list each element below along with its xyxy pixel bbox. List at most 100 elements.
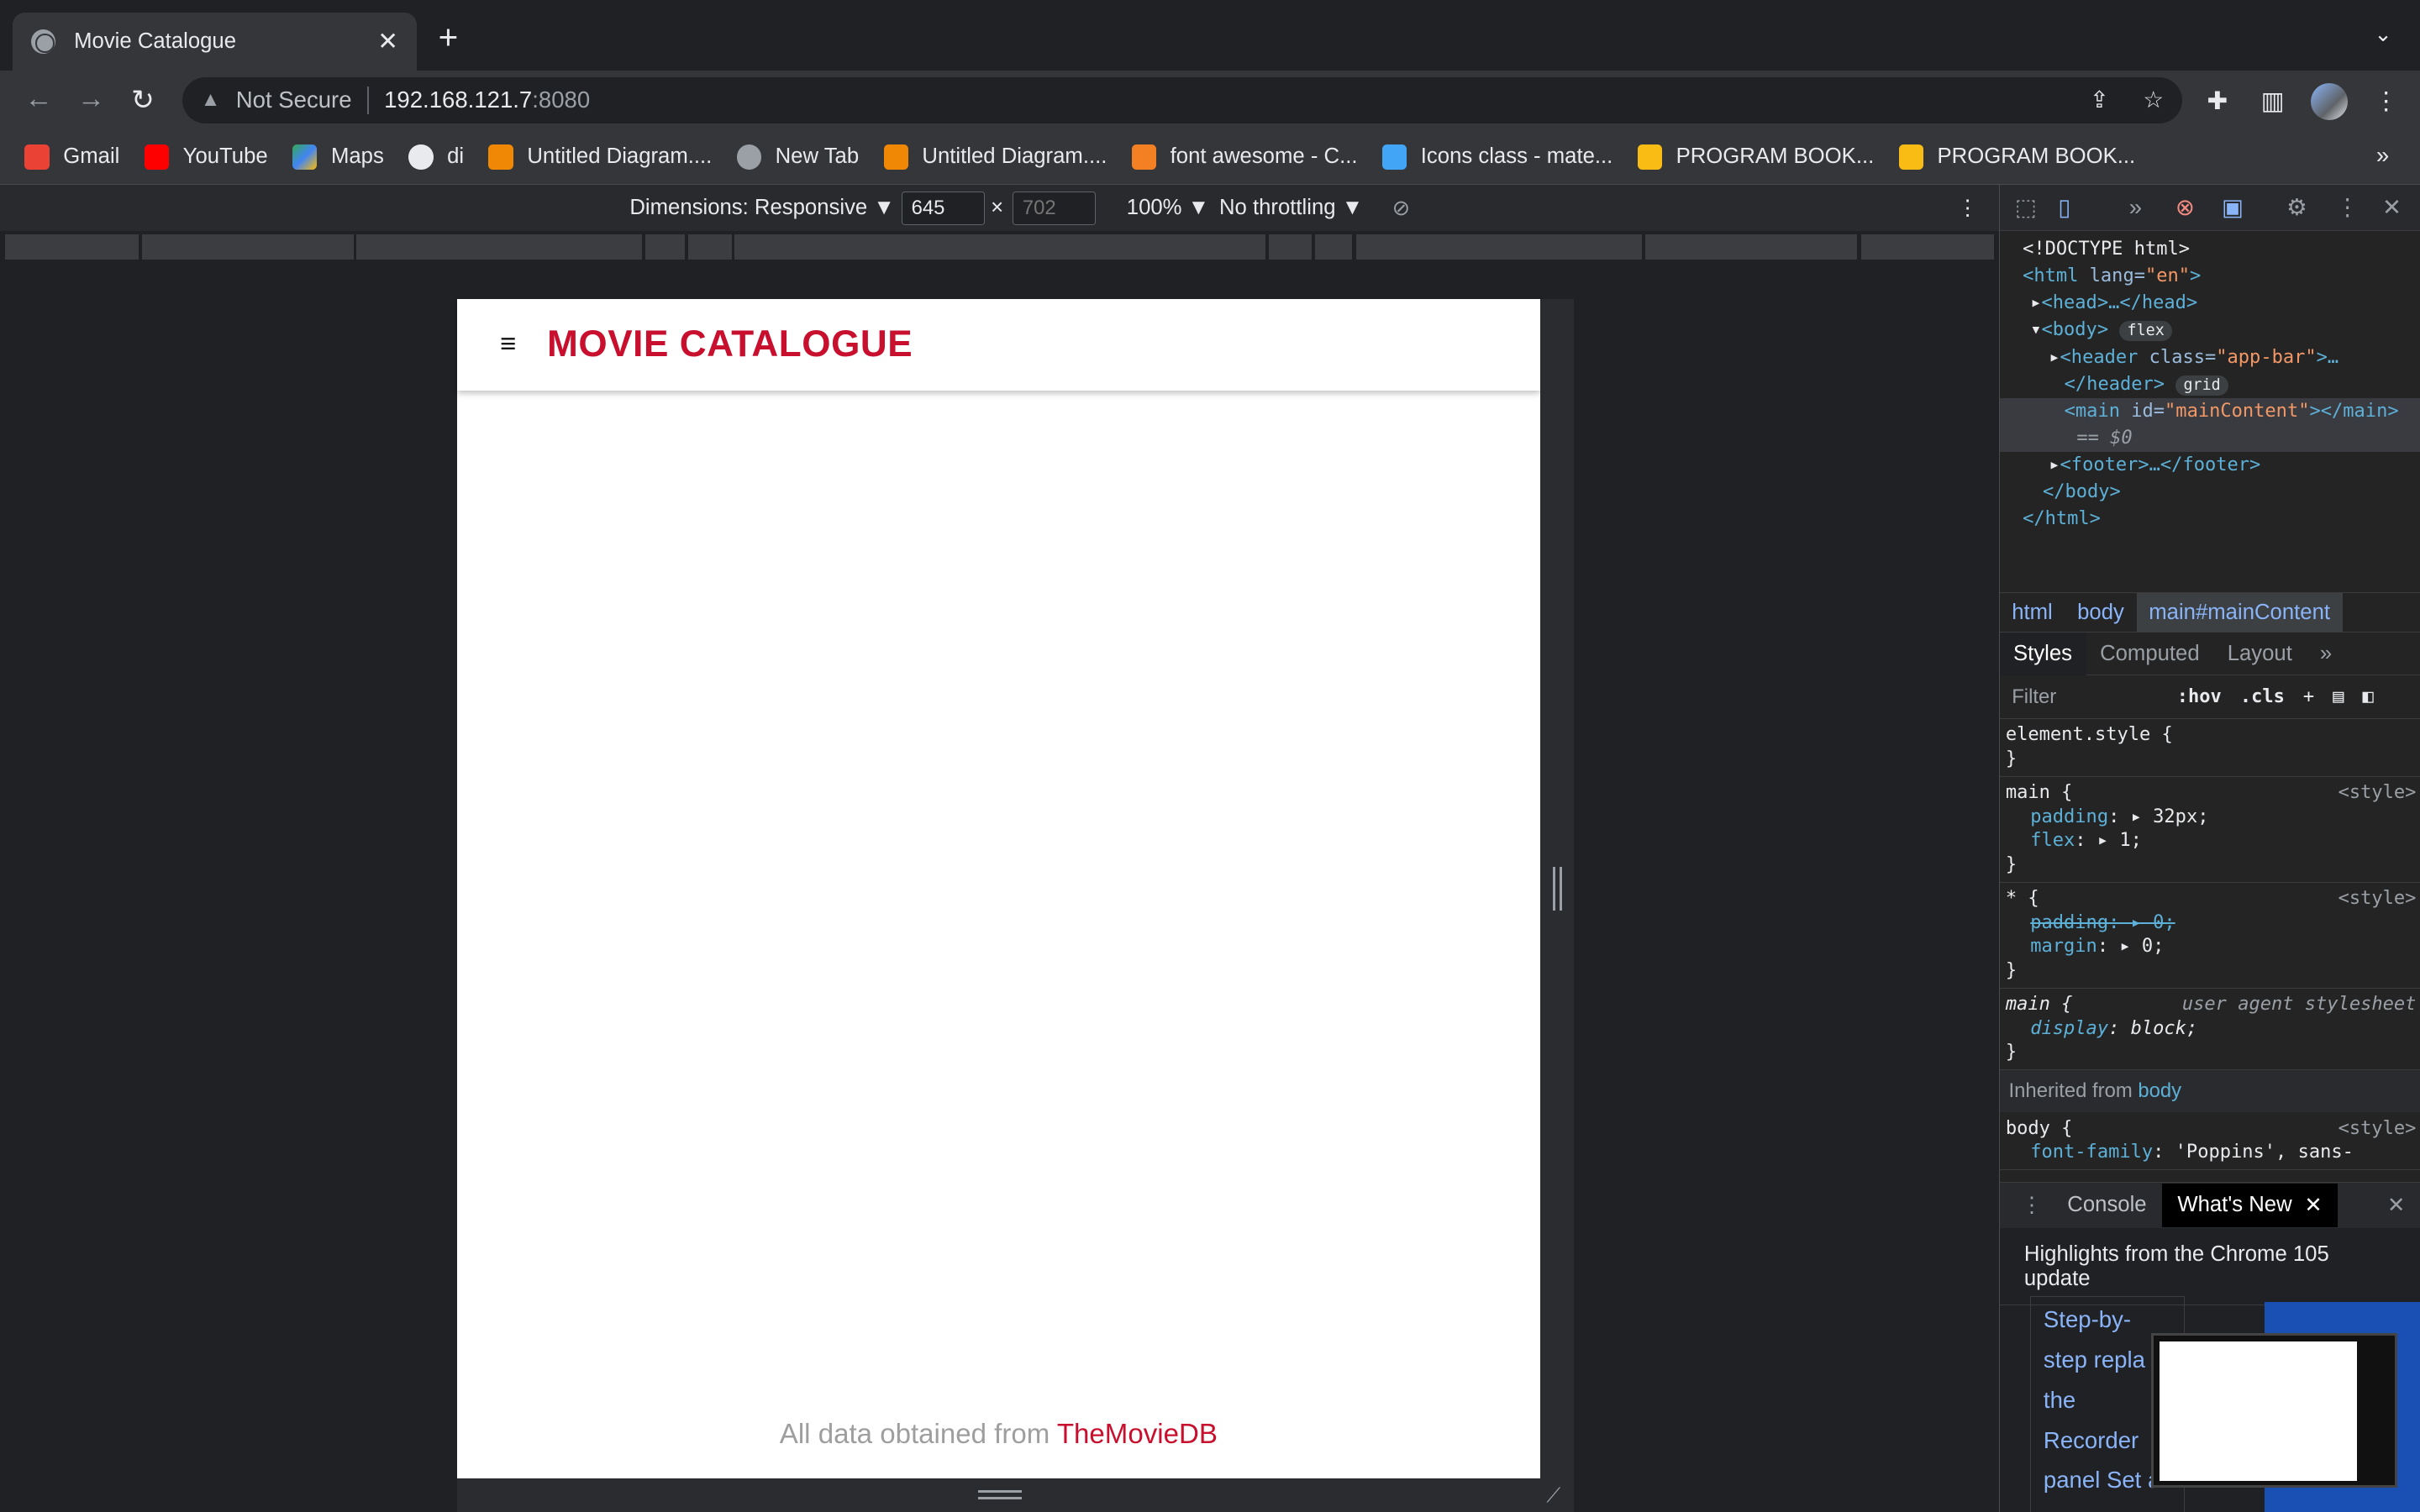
dom-node[interactable]: ▸<footer>…</footer> bbox=[2000, 452, 2420, 479]
reload-icon[interactable]: ↻ bbox=[131, 83, 155, 117]
drawer-menu-icon[interactable]: ⋮ bbox=[2021, 1193, 2043, 1218]
expand-triangle-icon[interactable]: ▸ bbox=[2049, 347, 2060, 368]
rule-body[interactable]: <style> body { font-family: 'Poppins', s… bbox=[1999, 1112, 2420, 1171]
bookmarks-overflow-icon[interactable]: » bbox=[2376, 142, 2389, 169]
close-devtools-icon[interactable]: ✕ bbox=[2382, 194, 2402, 221]
expand-triangle-icon[interactable]: ▸ bbox=[2049, 454, 2060, 475]
corner-resize-icon[interactable]: ⟋ bbox=[1546, 1484, 1560, 1508]
collapse-triangle-icon[interactable]: ▾ bbox=[2030, 319, 2041, 340]
issues-icon[interactable]: ▣ bbox=[2222, 194, 2244, 221]
error-count-icon[interactable]: ⊗ bbox=[2175, 194, 2195, 221]
bookmark-star-icon[interactable]: ☆ bbox=[2143, 87, 2164, 113]
close-tab-icon[interactable]: ✕ bbox=[2304, 1193, 2323, 1218]
toggle-sidebar-icon[interactable]: ◧ bbox=[2363, 686, 2374, 707]
ruler-segment[interactable] bbox=[356, 234, 643, 260]
breadcrumb-body[interactable]: body bbox=[2065, 601, 2136, 625]
hov-toggle[interactable]: :hov bbox=[2177, 686, 2222, 707]
ruler-segment[interactable] bbox=[4, 234, 139, 260]
bookmark-font-awesome[interactable]: font awesome - C... bbox=[1131, 144, 1358, 170]
paint-icon[interactable]: ▤ bbox=[2333, 686, 2344, 707]
height-input[interactable] bbox=[1012, 191, 1097, 226]
rule-user-agent[interactable]: user agent stylesheet main { display: bl… bbox=[1999, 989, 2420, 1070]
dom-node[interactable]: <!DOCTYPE html> bbox=[2000, 236, 2420, 263]
dom-node-selected[interactable]: <main id="mainContent"></main> bbox=[1999, 397, 2420, 425]
browser-tab[interactable]: Movie Catalogue ✕ bbox=[12, 12, 417, 71]
flex-badge[interactable]: flex bbox=[2119, 321, 2172, 342]
ruler-segment[interactable] bbox=[1861, 234, 1994, 260]
forward-arrow-icon[interactable]: → bbox=[77, 83, 105, 115]
device-more-icon[interactable]: ⋮ bbox=[1957, 196, 1979, 221]
rule-source[interactable]: <style> bbox=[2338, 887, 2417, 911]
rule-element-style[interactable]: element.style { } bbox=[1999, 719, 2420, 777]
bookmark-diagram-1[interactable]: Untitled Diagram.... bbox=[488, 144, 712, 170]
rule-source[interactable]: <style> bbox=[2338, 781, 2417, 805]
hamburger-menu-icon[interactable]: ≡ bbox=[500, 328, 516, 360]
rule-main[interactable]: <style> main { padding: ▸ 32px; flex: ▸ … bbox=[1999, 777, 2420, 883]
horizontal-resize-handle[interactable] bbox=[1552, 867, 1562, 911]
rotate-icon[interactable]: ⊘ bbox=[1392, 196, 1411, 221]
expand-triangle-icon[interactable]: ▸ bbox=[2030, 292, 2041, 313]
ruler-segment[interactable] bbox=[141, 234, 354, 260]
tab-layout[interactable]: Layout bbox=[2213, 633, 2306, 675]
back-arrow-icon[interactable]: ← bbox=[24, 83, 52, 115]
bookmark-gmail[interactable]: Gmail bbox=[24, 144, 119, 170]
more-tabs-icon[interactable]: » bbox=[2129, 194, 2142, 221]
vertical-resize-handle[interactable] bbox=[978, 1490, 1022, 1500]
tab-overflow[interactable]: » bbox=[2306, 633, 2345, 675]
bookmark-maps[interactable]: Maps bbox=[292, 144, 384, 170]
dom-node[interactable]: </html> bbox=[2000, 506, 2420, 533]
inherited-link[interactable]: body bbox=[2138, 1079, 2181, 1102]
dom-node[interactable]: ▸<header class="app-bar">… bbox=[2000, 344, 2420, 371]
bookmark-new-tab[interactable]: New Tab bbox=[736, 144, 859, 170]
tab-whats-new[interactable]: What's New ✕ bbox=[2161, 1183, 2338, 1227]
bookmark-youtube[interactable]: YouTube bbox=[144, 144, 268, 170]
dom-node[interactable]: ▾<body> flex bbox=[2000, 317, 2420, 344]
tab-styles[interactable]: Styles bbox=[1999, 632, 2086, 675]
tmdb-link[interactable]: TheMovieDB bbox=[1057, 1419, 1218, 1450]
side-panel-icon[interactable]: ▥ bbox=[2261, 87, 2285, 116]
close-drawer-icon[interactable]: ✕ bbox=[2387, 1193, 2406, 1218]
dom-node[interactable]: ▸<head>…</head> bbox=[2000, 290, 2420, 317]
tab-close-button[interactable]: ✕ bbox=[377, 27, 398, 56]
profile-avatar[interactable] bbox=[2310, 83, 2348, 121]
ruler-segment[interactable] bbox=[644, 234, 686, 260]
ruler-segment[interactable] bbox=[688, 234, 732, 260]
ruler-segment[interactable] bbox=[1356, 234, 1643, 260]
dom-node[interactable]: </header> grid bbox=[2000, 371, 2420, 398]
ruler-segment[interactable] bbox=[1314, 234, 1352, 260]
dom-node[interactable]: <html lang="en"> bbox=[2000, 263, 2420, 290]
new-rule-plus-icon[interactable]: + bbox=[2303, 686, 2314, 707]
warning-triangle-icon[interactable]: ▲ bbox=[201, 88, 221, 112]
tab-search-button[interactable]: ⌄ bbox=[2374, 22, 2392, 47]
styles-filter-input[interactable]: Filter bbox=[2012, 685, 2158, 709]
breadcrumb-html[interactable]: html bbox=[2000, 601, 2065, 625]
inspect-element-icon[interactable]: ⬚ bbox=[2015, 194, 2037, 221]
share-icon[interactable]: ⇪ bbox=[2090, 87, 2109, 113]
bookmark-program-book-1[interactable]: PROGRAM BOOK... bbox=[1637, 144, 1874, 170]
dom-node[interactable]: </body> bbox=[2000, 479, 2420, 506]
tab-computed[interactable]: Computed bbox=[2086, 633, 2214, 675]
bookmark-icons-class[interactable]: Icons class - mate... bbox=[1381, 144, 1612, 170]
throttling-dropdown[interactable]: No throttling ▼ bbox=[1219, 196, 1363, 220]
security-label[interactable]: Not Secure bbox=[236, 87, 352, 113]
devtools-menu-icon[interactable]: ⋮ bbox=[2336, 194, 2360, 221]
grid-badge[interactable]: grid bbox=[2175, 375, 2228, 396]
rule-universal[interactable]: <style> * { padding: ▸ 0; margin: ▸ 0; } bbox=[1999, 883, 2420, 989]
settings-gear-icon[interactable]: ⚙ bbox=[2286, 194, 2307, 221]
cls-toggle[interactable]: .cls bbox=[2240, 686, 2285, 707]
bookmark-github[interactable]: di bbox=[408, 144, 464, 170]
rule-source[interactable]: <style> bbox=[2338, 1117, 2417, 1141]
extensions-puzzle-icon[interactable]: ✚ bbox=[2207, 87, 2228, 116]
breadcrumb-main[interactable]: main#mainContent bbox=[2136, 593, 2343, 633]
new-tab-button[interactable]: + bbox=[439, 19, 459, 53]
bookmark-program-book-2[interactable]: PROGRAM BOOK... bbox=[1898, 144, 2135, 170]
dimensions-dropdown[interactable]: Dimensions: Responsive ▼ bbox=[629, 196, 894, 220]
device-toggle-icon[interactable]: ▯ bbox=[2058, 194, 2070, 221]
ruler-segment[interactable] bbox=[1644, 234, 1857, 260]
ruler-segment[interactable] bbox=[1268, 234, 1313, 260]
site-logo[interactable]: MOVIE CATALOGUE bbox=[547, 323, 913, 365]
width-input[interactable] bbox=[901, 191, 985, 226]
kebab-menu-icon[interactable]: ⋮ bbox=[2374, 87, 2398, 116]
tab-console[interactable]: Console bbox=[2067, 1193, 2146, 1217]
zoom-dropdown[interactable]: 100% ▼ bbox=[1127, 196, 1209, 220]
